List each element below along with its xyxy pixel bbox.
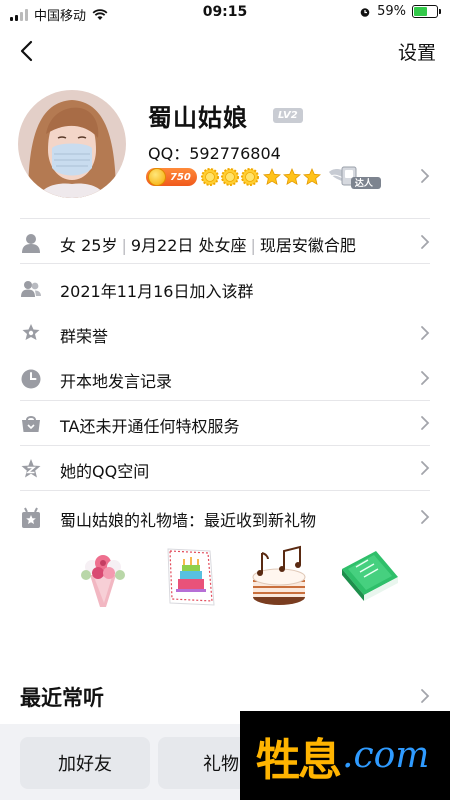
- row-gift-wall[interactable]: 蜀山姑娘的礼物墙：最近收到新礼物: [0, 495, 450, 539]
- chevron-right-icon: [421, 326, 430, 340]
- gift-item[interactable]: [248, 545, 310, 609]
- alarm-icon: [360, 7, 370, 17]
- star-icon: [262, 168, 281, 186]
- person-icon: [22, 234, 40, 253]
- basic-info-label: 女 25岁 | 9月22日 处女座 | 现居安徽合肥: [60, 236, 356, 255]
- sun-icon: [220, 168, 239, 186]
- coin-value: 750: [170, 171, 191, 183]
- row-chat-history[interactable]: 开本地发言记录: [0, 356, 450, 400]
- group-honor-label: 群荣誉: [60, 327, 109, 346]
- qq-number: 592776804: [189, 144, 281, 163]
- divider: [20, 490, 430, 491]
- privilege-label: TA还未开通任何特权服务: [60, 417, 240, 436]
- battery-percent: 59%: [377, 4, 406, 19]
- row-join-date: 2021年11月16日加入该群: [0, 266, 450, 310]
- talent-label: 达人: [354, 179, 373, 189]
- level-badges-row[interactable]: 750 达人: [146, 164, 385, 190]
- chevron-right-icon[interactable]: [420, 688, 430, 704]
- qzone-label: 她的QQ空间: [60, 462, 150, 481]
- green-book-icon: [342, 551, 398, 601]
- status-right: 59%: [359, 4, 441, 19]
- nav-bar: 设置: [0, 32, 450, 72]
- avatar-image: [18, 90, 126, 198]
- talent-badge: 达人: [327, 164, 385, 190]
- qzone-icon: [21, 459, 41, 478]
- row-privilege[interactable]: TA还未开通任何特权服务: [0, 401, 450, 445]
- chevron-right-icon: [421, 169, 430, 183]
- row-group-honor[interactable]: 群荣誉: [0, 311, 450, 355]
- group-icon: [21, 281, 41, 297]
- coin-icon: [148, 168, 166, 186]
- qq-label: QQ：: [148, 144, 190, 163]
- birthday-card-icon: [167, 548, 215, 606]
- section-title-recent-music: 最近常听: [20, 686, 104, 710]
- chevron-right-icon: [421, 235, 430, 249]
- chevron-right-icon: [421, 510, 430, 524]
- row-basic-info[interactable]: 女 25岁 | 9月22日 处女座 | 现居安徽合肥: [0, 220, 450, 264]
- level-badge: LV2: [273, 108, 303, 123]
- music-cake-icon: [252, 545, 306, 605]
- add-friend-button[interactable]: 加好友: [20, 737, 150, 789]
- chevron-left-icon: [20, 40, 33, 62]
- gift-item[interactable]: [160, 545, 222, 609]
- star-icons: [262, 168, 321, 186]
- watermark-logo: 牲息 .com: [240, 711, 450, 800]
- status-bar: 中国移动 09:15 59%: [0, 0, 450, 26]
- sun-icon: [240, 168, 259, 186]
- chevron-right-icon: [421, 461, 430, 475]
- chevron-right-icon: [421, 371, 430, 385]
- star-icon: [302, 168, 321, 186]
- settings-button[interactable]: 设置: [398, 38, 436, 65]
- location: 现居安徽合肥: [259, 236, 356, 255]
- back-button[interactable]: [14, 36, 42, 66]
- chevron-right-icon: [421, 416, 430, 430]
- gift-item[interactable]: [72, 545, 134, 609]
- gift-list[interactable]: [70, 545, 410, 615]
- privilege-icon: [22, 416, 40, 432]
- battery-icon: [412, 5, 441, 18]
- divider: [20, 218, 430, 219]
- sun-icon: [200, 168, 219, 186]
- row-qzone[interactable]: 她的QQ空间: [0, 446, 450, 490]
- profile-header[interactable]: 蜀山姑娘 LV2 QQ：592776804 750 达人: [18, 88, 438, 203]
- honor-star-icon: [22, 324, 40, 344]
- star-icon: [282, 168, 301, 186]
- gift-wall-label: 蜀山姑娘的礼物墙：最近收到新礼物: [60, 511, 317, 530]
- qq-number-row: QQ：592776804: [148, 140, 281, 164]
- flower-bouquet-icon: [81, 555, 125, 607]
- watermark-com: .com: [342, 735, 430, 776]
- coin-badge: 750: [146, 168, 197, 186]
- gift-wall-icon: [22, 507, 40, 528]
- gender-age: 女 25岁: [60, 236, 118, 255]
- profile-name: 蜀山姑娘: [148, 104, 248, 132]
- divider: [20, 263, 430, 264]
- join-date-label: 2021年11月16日加入该群: [60, 282, 254, 301]
- gift-item[interactable]: [338, 545, 400, 609]
- clock-icon: [21, 369, 41, 389]
- watermark-cn: 牲息: [256, 734, 342, 786]
- chat-history-label: 开本地发言记录: [60, 372, 173, 391]
- avatar[interactable]: [18, 90, 126, 198]
- birthday-zodiac: 9月22日 处女座: [130, 236, 247, 255]
- sun-icons: [200, 168, 259, 186]
